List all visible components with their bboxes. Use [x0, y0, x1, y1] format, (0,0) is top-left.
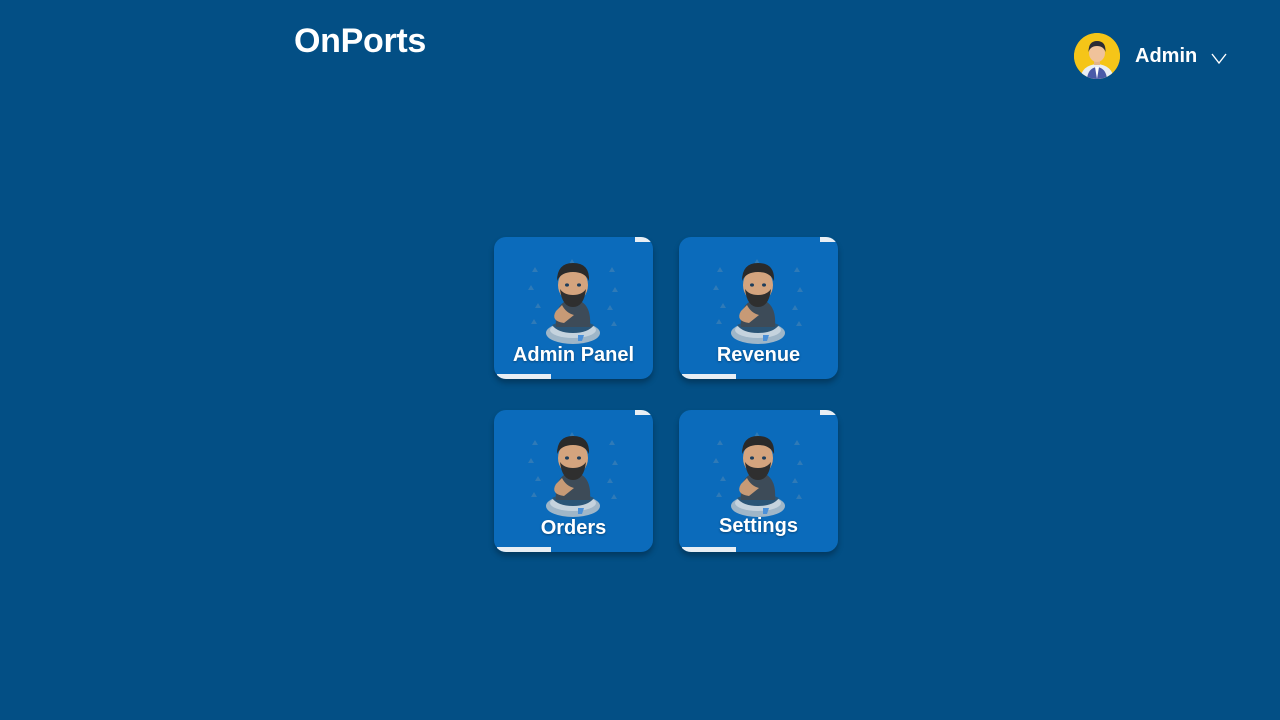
- watermark-stamp: [497, 547, 551, 552]
- tile-settings[interactable]: Settings: [679, 410, 838, 552]
- watermark-stamp: [682, 374, 736, 379]
- watermark-stamp: [497, 374, 551, 379]
- user-menu[interactable]: Admin: [1074, 32, 1227, 80]
- tile-admin-panel[interactable]: Admin Panel: [494, 237, 653, 379]
- tile-orders[interactable]: Orders: [494, 410, 653, 552]
- tile-label: Revenue: [716, 344, 801, 366]
- tile-grid: Admin Panel Revenue Orders Settings: [494, 237, 838, 552]
- chevron-down-icon[interactable]: [1211, 51, 1227, 65]
- user-avatar-icon: [1074, 33, 1120, 79]
- watermark-stamp: [682, 547, 736, 552]
- app-title: OnPorts: [294, 22, 427, 60]
- tile-label: Orders: [540, 517, 607, 539]
- tile-revenue[interactable]: Revenue: [679, 237, 838, 379]
- watermark-stamp: [820, 237, 836, 242]
- watermark-stamp: [635, 410, 651, 415]
- app-root: OnPorts Admin Admin Panel Revenue Orders…: [0, 0, 1280, 720]
- tile-label: Admin Panel: [512, 344, 635, 366]
- tile-label: Settings: [719, 515, 798, 537]
- user-name: Admin: [1135, 44, 1198, 67]
- watermark-stamp: [820, 410, 836, 415]
- watermark-stamp: [635, 237, 651, 242]
